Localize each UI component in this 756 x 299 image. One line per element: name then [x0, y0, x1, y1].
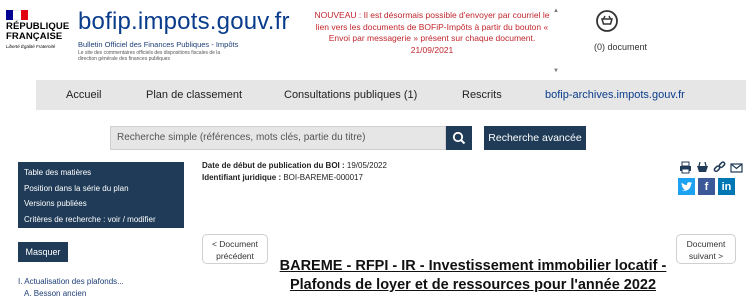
document-tools	[678, 160, 743, 174]
main-nav: Accueil Plan de classement Consultations…	[36, 80, 746, 110]
news-ticker: NOUVEAU : Il est désormais possible d'en…	[314, 10, 550, 55]
search-icon	[452, 131, 466, 145]
news-scroll-controls[interactable]: ▲ ▼	[552, 8, 560, 74]
sidebar-item-table-des-matieres[interactable]: Table des matières	[24, 165, 178, 181]
search-input[interactable]: Recherche simple (références, mots clés,…	[110, 126, 446, 150]
next-document-button[interactable]: Document suivant >	[676, 234, 736, 264]
toc-link[interactable]: I. Actualisation des plafonds...	[18, 277, 124, 286]
next-label-line1: Document	[686, 239, 726, 249]
nav-item-rescrits[interactable]: Rescrits	[462, 89, 502, 101]
scroll-down-icon[interactable]: ▼	[552, 68, 560, 74]
publication-date-value: 19/05/2022	[346, 161, 387, 170]
twitter-icon[interactable]	[678, 178, 695, 195]
document-sidebar-menu: Table des matières Position dans la séri…	[18, 162, 184, 228]
scroll-up-icon[interactable]: ▲	[552, 8, 560, 14]
site-title-link[interactable]: bofip.impots.gouv.fr	[78, 8, 290, 36]
document-meta: Date de début de publication du BOI : 19…	[202, 160, 387, 184]
linkedin-icon[interactable]: in	[718, 178, 735, 195]
nav-item-plan-de-classement[interactable]: Plan de classement	[146, 89, 242, 101]
share-tools: f in	[678, 178, 735, 195]
email-icon[interactable]	[729, 160, 743, 174]
link-icon[interactable]	[712, 160, 726, 174]
french-flag-logo	[6, 10, 28, 20]
logo-line-2: FRANÇAISE	[6, 31, 63, 42]
cart-icon[interactable]	[596, 10, 618, 32]
previous-label-line1: < Document	[211, 239, 259, 249]
legal-id-value: BOI-BAREME-000017	[283, 173, 363, 182]
previous-label-line2: précédent	[216, 251, 254, 261]
logo-motto: Liberté Égalité Fraternité	[6, 44, 56, 49]
site-subtitle-small: Le site des commentaires officiels des d…	[78, 50, 221, 62]
cart-count[interactable]: (0) document	[594, 42, 647, 52]
advanced-search-button[interactable]: Recherche avancée	[484, 126, 586, 150]
print-icon[interactable]	[678, 160, 692, 174]
sidebar-item-versions-publiees[interactable]: Versions publiées	[24, 196, 178, 212]
legal-id-label: Identifiant juridique :	[202, 173, 282, 182]
publication-date-label: Date de début de publication du BOI :	[202, 161, 345, 170]
nav-item-consultations-publiques[interactable]: Consultations publiques (1)	[284, 89, 417, 101]
document-title: BAREME - RFPI - IR - Investissement immo…	[279, 258, 667, 293]
republique-francaise-logo[interactable]: RÉPUBLIQUE FRANÇAISE Liberté Égalité Fra…	[6, 22, 76, 50]
facebook-icon[interactable]: f	[698, 178, 715, 195]
nav-item-bofip-archives[interactable]: bofip-archives.impots.gouv.fr	[545, 89, 685, 101]
sidebar-item-criteres-recherche[interactable]: Critères de recherche : voir / modifier	[24, 212, 178, 228]
site-subtitle: Bulletin Officiel des Finances Publiques…	[78, 40, 239, 49]
search-button[interactable]	[446, 126, 472, 150]
toc-link[interactable]: A. Besson ancien	[24, 289, 86, 298]
sidebar-item-position-serie[interactable]: Position dans la série du plan	[24, 181, 178, 197]
basket-icon[interactable]	[695, 160, 709, 174]
site-header: RÉPUBLIQUE FRANÇAISE Liberté Égalité Fra…	[0, 0, 756, 78]
previous-document-button[interactable]: < Document précédent	[202, 234, 268, 264]
next-label-line2: suivant >	[688, 251, 724, 261]
nav-item-accueil[interactable]: Accueil	[66, 89, 101, 101]
mask-button[interactable]: Masquer	[18, 242, 68, 262]
